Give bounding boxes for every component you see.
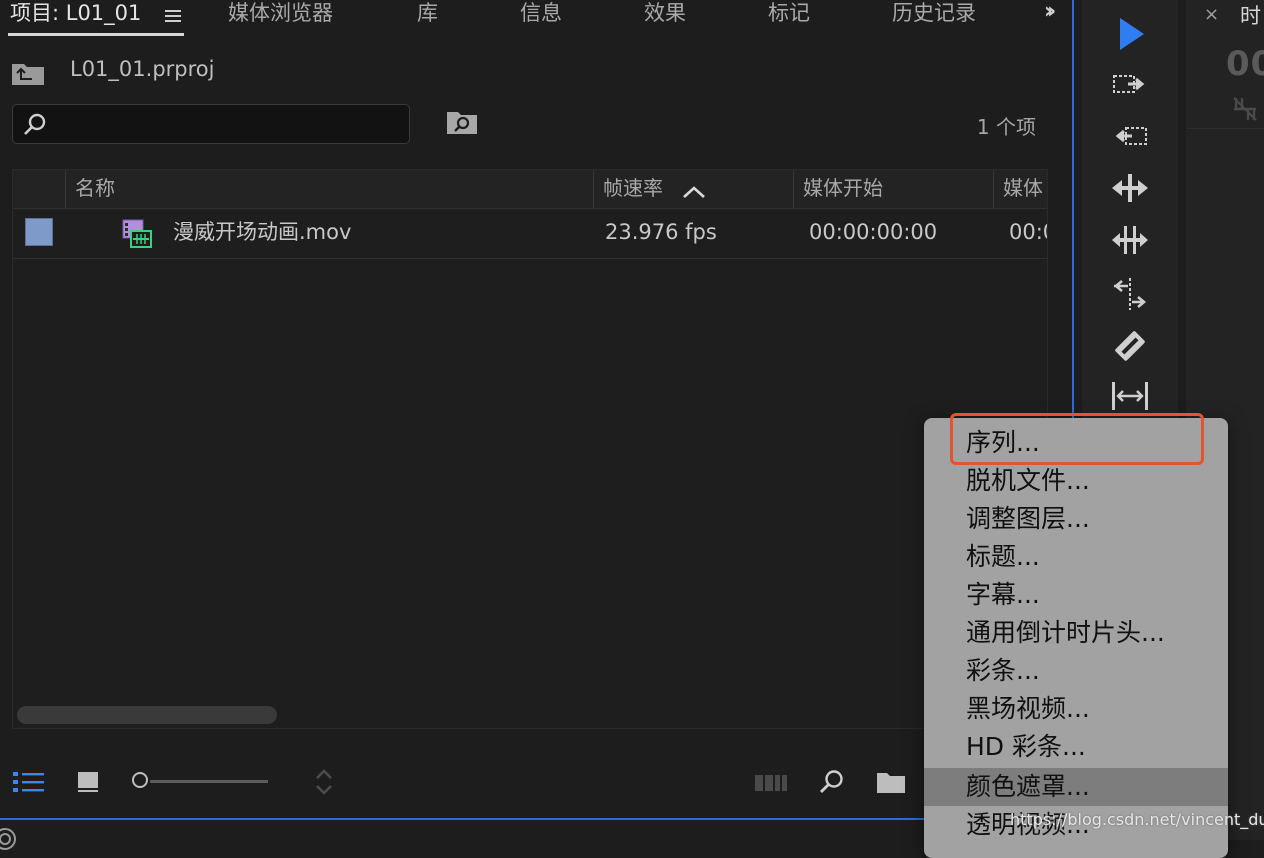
active-tab-underline (8, 33, 184, 36)
find-bin-icon[interactable] (446, 109, 478, 137)
record-circle-icon (0, 828, 16, 850)
bin-up-icon[interactable] (11, 60, 45, 86)
new-item-context-menu: 序列... 脱机文件... 调整图层... 标题... 字幕... 通用倒计时片… (924, 418, 1228, 858)
table-header: 名称 帧速率 媒体开始 媒体 (13, 170, 1047, 209)
panel-focus-border-bottom (0, 818, 1072, 820)
tab-markers[interactable]: 标记 (768, 0, 810, 28)
tab-libraries[interactable]: 库 (417, 0, 438, 28)
zoom-slider-knob[interactable] (132, 772, 148, 788)
icon-view-icon[interactable] (76, 770, 100, 794)
project-item-list[interactable]: 名称 帧速率 媒体开始 媒体 漫威开场动画.mov 23.976 fps 00:… (12, 169, 1048, 729)
column-header-media-start[interactable]: 媒体开始 (803, 170, 883, 208)
tab-effects[interactable]: 效果 (644, 0, 686, 28)
column-separator[interactable] (993, 170, 994, 208)
project-panel: 项目: L01_01 媒体浏览器 库 信息 效果 标记 历史记录 ›› L01_… (0, 0, 1072, 850)
automate-to-sequence-icon[interactable] (754, 772, 788, 794)
clip-media-end: 00:0 (1009, 220, 1047, 244)
tab-history[interactable]: 历史记录 (892, 0, 976, 28)
zoom-slider[interactable] (132, 770, 272, 794)
selection-tool[interactable] (1082, 10, 1178, 54)
rolling-edit-tool[interactable] (1082, 216, 1178, 260)
track-select-split-icon (1113, 278, 1147, 310)
tab-media-browser[interactable]: 媒体浏览器 (228, 0, 333, 28)
chevron-up-icon (683, 186, 705, 198)
annotation-highlight-box (950, 413, 1204, 465)
ripple-edit-icon (1112, 174, 1148, 202)
menu-item-title[interactable]: 标题... (924, 538, 1228, 576)
search-input[interactable] (12, 104, 410, 144)
timeline-tab-title[interactable]: 时 (1240, 0, 1261, 30)
track-select-forward-icon (1113, 75, 1145, 93)
razor-tool[interactable] (1082, 322, 1178, 366)
double-chevron-right-icon[interactable]: ›› (1044, 1, 1070, 24)
track-select-forward-tool[interactable] (1082, 60, 1178, 104)
column-header-media-end[interactable]: 媒体 (1003, 170, 1043, 208)
project-filename: L01_01.prproj (70, 57, 215, 81)
clip-name[interactable]: 漫威开场动画.mov (173, 208, 351, 256)
clip-media-start: 00:00:00:00 (809, 220, 938, 244)
track-select-backward-tool[interactable] (1082, 112, 1178, 156)
slip-icon (1112, 382, 1148, 410)
column-header-frame-rate[interactable]: 帧速率 (603, 170, 663, 208)
track-select-backward-icon (1115, 127, 1147, 145)
watermark: https://blog.csdn.net/vincent_duan (1010, 810, 1264, 829)
item-count: 1 个项 (976, 115, 1036, 139)
menu-item-captions[interactable]: 字幕... (924, 576, 1228, 614)
label-color-swatch[interactable] (25, 218, 53, 246)
timecode-display[interactable]: 00 (1226, 44, 1264, 84)
clip-frame-rate: 23.976 fps (605, 220, 717, 244)
slip-tool[interactable] (1082, 372, 1178, 416)
close-icon[interactable]: × (1204, 4, 1219, 25)
ripple-edit-tool[interactable] (1082, 164, 1178, 208)
search-icon (24, 113, 46, 135)
selection-arrow-icon (1120, 18, 1144, 50)
column-header-name[interactable]: 名称 (75, 170, 115, 208)
tab-project[interactable]: 项目: L01_01 (10, 0, 141, 28)
hamburger-icon[interactable] (164, 8, 182, 24)
zoom-slider-track[interactable] (150, 780, 268, 783)
sort-icon[interactable] (312, 768, 336, 796)
horizontal-scrollbar[interactable] (17, 706, 277, 724)
new-bin-icon[interactable] (876, 770, 906, 794)
tab-info[interactable]: 信息 (520, 0, 562, 28)
snap-icon[interactable] (1230, 94, 1260, 124)
menu-item-countdown-leader[interactable]: 通用倒计时片头... (924, 614, 1228, 652)
menu-item-black-video[interactable]: 黑场视频... (924, 690, 1228, 728)
column-separator[interactable] (593, 170, 594, 208)
list-view-icon[interactable] (12, 770, 46, 794)
column-separator[interactable] (65, 170, 66, 208)
video-clip-icon (122, 219, 152, 248)
search-icon[interactable] (818, 768, 846, 796)
menu-item-adjustment-layer[interactable]: 调整图层... (924, 500, 1228, 538)
divider (1186, 128, 1264, 129)
razor-icon (1115, 331, 1145, 361)
rate-stretch-tool[interactable] (1082, 270, 1178, 314)
menu-item-color-matte[interactable]: 颜色遮罩... (924, 768, 1228, 806)
menu-item-bars-and-tone[interactable]: 彩条... (924, 652, 1228, 690)
menu-item-offline-file[interactable]: 脱机文件... (924, 462, 1228, 500)
column-separator[interactable] (793, 170, 794, 208)
table-row[interactable]: 漫威开场动画.mov 23.976 fps 00:00:00:00 00:0 (13, 208, 1047, 259)
rolling-edit-icon (1112, 226, 1148, 254)
menu-item-hd-bars-and-tone[interactable]: HD 彩条... (924, 728, 1228, 766)
